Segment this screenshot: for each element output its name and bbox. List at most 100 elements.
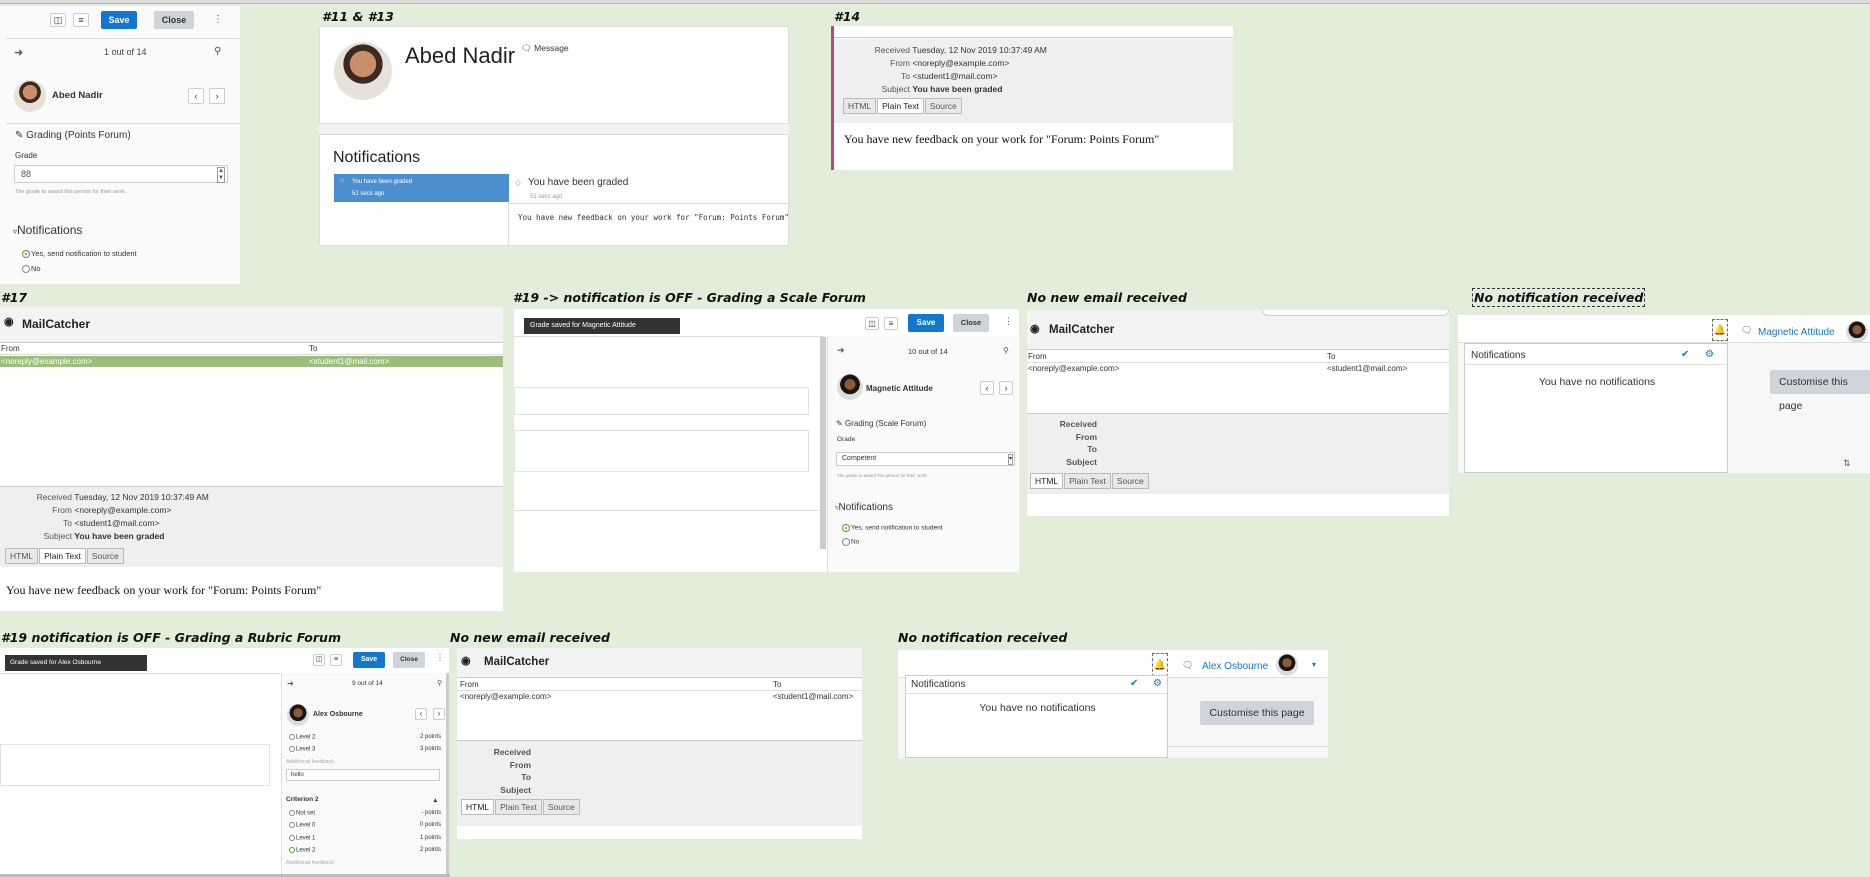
avatar — [14, 80, 46, 112]
customise-page-button[interactable]: Customise this page — [1770, 370, 1870, 412]
tab-plain-text[interactable]: Plain Text — [877, 98, 924, 114]
notifications-title: Notifications — [911, 679, 966, 690]
chat-icon[interactable]: 🗨 — [1182, 660, 1193, 671]
tab-plain-text[interactable]: Plain Text — [495, 799, 542, 815]
message-row[interactable]: <noreply@example.com> <student1@mail.com… — [1027, 363, 1449, 374]
mail-body: You have new feedback on your work for "… — [6, 583, 322, 597]
close-button[interactable]: Close — [393, 652, 425, 668]
previous-user-button[interactable]: ‹ — [188, 88, 204, 104]
next-user-button[interactable]: › — [433, 708, 445, 720]
bell-icon[interactable]: 🔔 — [1712, 319, 1728, 341]
message-link[interactable]: 🗨 Message — [521, 43, 569, 54]
from-value: <noreply@example.com> — [74, 505, 172, 515]
criterion-heading: Criterion 2 ▴ — [286, 796, 437, 804]
feedback-input[interactable]: hello — [286, 769, 440, 781]
tab-source[interactable]: Source — [86, 548, 124, 564]
mark-all-read-icon[interactable]: ✔ — [1681, 349, 1689, 360]
tab-html[interactable]: HTML — [461, 799, 495, 815]
settings-icon[interactable]: ⚙ — [1153, 678, 1162, 689]
bell-icon[interactable]: 🔔 — [1152, 653, 1168, 677]
previous-user-button[interactable]: ‹ — [980, 381, 994, 395]
spinner-icon[interactable]: ▲ ▼ — [217, 167, 225, 183]
user-name: Abed Nadir — [52, 90, 103, 101]
scrollbar[interactable] — [820, 337, 826, 549]
message-row-selected[interactable]: <noreply@example.com> <student1@mail.com… — [0, 356, 503, 367]
notify-no-radio[interactable]: No — [22, 264, 41, 274]
grade-input[interactable]: 88 ▲ ▼ — [14, 165, 228, 183]
layout-icon[interactable]: ≡ — [330, 654, 342, 666]
notify-yes-radio[interactable]: Yes, send notification to student — [22, 249, 137, 259]
tab-html[interactable]: HTML — [843, 98, 877, 114]
rubric-option-selected[interactable]: Level 22 points — [289, 847, 441, 854]
more-icon[interactable]: ⋮ — [1004, 316, 1013, 327]
search-field[interactable] — [1262, 310, 1449, 316]
tab-source[interactable]: Source — [542, 799, 580, 815]
rubric-option[interactable]: Not set - points — [289, 810, 441, 817]
subject-value: You have been graded — [912, 84, 1003, 94]
grade-label: Grade — [837, 436, 856, 443]
settings-icon[interactable]: ⚙ — [1705, 349, 1714, 360]
notification-item-selected[interactable]: ♢ You have been graded 51 secs ago — [334, 174, 509, 202]
mailcatcher-brand: MailCatcher — [22, 317, 91, 331]
collapse-criterion-icon[interactable]: ▴ — [434, 796, 437, 804]
user-name: Magnetic Attitude — [866, 384, 933, 393]
profile-panel: Abed Nadir 🗨 Message Notifications ♢ You… — [319, 26, 789, 246]
mailcatcher-brand: MailCatcher — [484, 656, 550, 668]
search-icon[interactable]: ⚲ — [214, 46, 221, 57]
layout-icon[interactable]: ≡ — [884, 317, 898, 330]
grade-select[interactable]: Competent ▾ — [836, 452, 1015, 466]
sort-icon[interactable]: ⇅ — [1843, 458, 1851, 469]
pencil-icon: ✎ — [15, 130, 27, 141]
top-ruler — [0, 0, 1870, 4]
close-button[interactable]: Close — [154, 11, 194, 29]
format-tabs: HTML Plain Text Source — [843, 98, 963, 114]
tab-plain-text[interactable]: Plain Text — [39, 548, 86, 564]
notify-no-radio[interactable]: No — [842, 538, 859, 546]
rubric-option[interactable]: Level 33 points — [289, 746, 441, 753]
close-button[interactable]: Close — [953, 314, 989, 332]
collapse-icon[interactable]: ◫ — [865, 317, 879, 330]
tab-html[interactable]: HTML — [5, 548, 39, 564]
save-button[interactable]: Save — [101, 11, 137, 29]
save-button[interactable]: Save — [353, 652, 385, 668]
arrow-right-icon[interactable]: ➜ — [837, 345, 845, 356]
notifications-heading: ▿Notifications — [13, 223, 83, 237]
message-row[interactable]: <noreply@example.com> <student1@mail.com… — [457, 691, 862, 702]
save-button[interactable]: Save — [908, 314, 944, 332]
tab-html[interactable]: HTML — [1030, 473, 1064, 489]
collapse-icon[interactable]: ◫ — [50, 13, 66, 27]
customise-page-button[interactable]: Customise this page — [1200, 701, 1314, 725]
feedback-label: Additional feedback — [286, 759, 335, 765]
arrow-right-icon[interactable]: ➜ — [14, 46, 23, 59]
more-icon[interactable]: ⋮ — [436, 653, 444, 662]
tab-plain-text[interactable]: Plain Text — [1064, 473, 1111, 489]
previous-user-button[interactable]: ‹ — [415, 708, 427, 720]
tab-source[interactable]: Source — [924, 98, 962, 114]
arrow-right-icon[interactable]: ➜ — [287, 679, 294, 688]
mark-all-read-icon[interactable]: ✔ — [1130, 678, 1138, 689]
collapse-icon[interactable]: ◫ — [313, 654, 325, 666]
mail-panel-14: Received Tuesday, 12 Nov 2019 10:37:49 A… — [831, 26, 1233, 170]
chat-icon[interactable]: 🗨 — [1741, 325, 1752, 336]
layout-icon[interactable]: ≡ — [73, 13, 89, 27]
tab-source[interactable]: Source — [1111, 473, 1149, 489]
next-user-button[interactable]: › — [999, 381, 1013, 395]
user-count: 1 out of 14 — [104, 47, 147, 57]
grade-label: Grade — [15, 151, 38, 160]
notify-yes-radio[interactable]: Yes, send notification to student — [842, 524, 943, 532]
rubric-option[interactable]: Level 22 points — [289, 734, 441, 741]
search-icon[interactable]: ⚲ — [437, 679, 442, 687]
search-icon[interactable]: ⚲ — [1003, 346, 1009, 355]
col-from: From — [1, 344, 20, 353]
caption-19-scale: #19 -> notification is OFF - Grading a S… — [513, 290, 866, 305]
received-value: Tuesday, 12 Nov 2019 10:37:49 AM — [74, 492, 209, 502]
rubric-option[interactable]: Level 11 points — [289, 835, 441, 842]
rubric-option[interactable]: Level 00 points — [289, 822, 441, 829]
next-user-button[interactable]: › — [209, 88, 225, 104]
user-menu-name[interactable]: Alex Osbourne — [1202, 661, 1268, 672]
chevron-down-icon[interactable]: ▾ — [1312, 660, 1316, 669]
user-count: 10 out of 14 — [908, 347, 948, 356]
user-menu-name[interactable]: Magnetic Attitude — [1758, 327, 1835, 338]
more-icon[interactable]: ⋮ — [213, 14, 223, 25]
user-avatar — [1276, 654, 1298, 676]
